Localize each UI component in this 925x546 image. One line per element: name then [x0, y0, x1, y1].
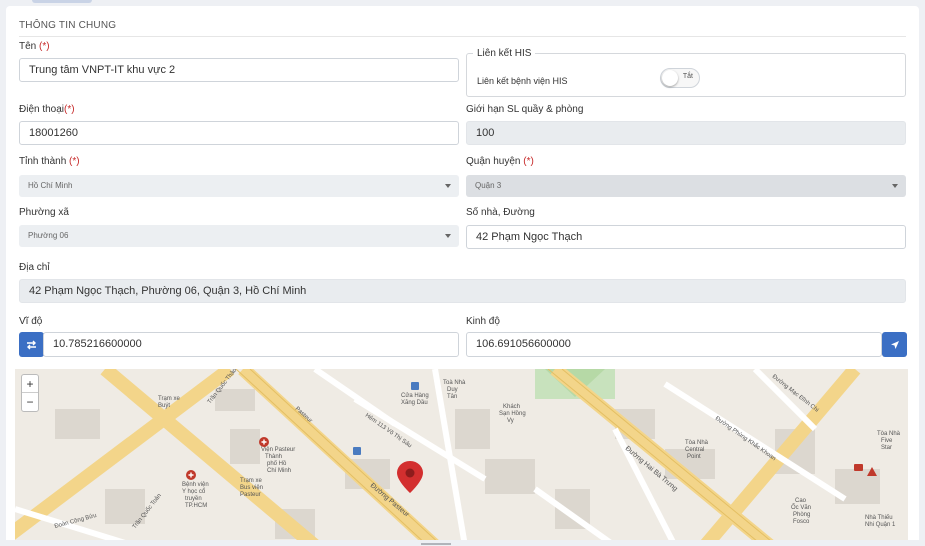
- dien-thoai-input[interactable]: 18001260: [19, 121, 459, 145]
- dia-chi-input: 42 Phạm Ngọc Thạch, Phường 06, Quận 3, H…: [19, 279, 906, 303]
- kinh-do-label: Kinh độ: [466, 316, 500, 327]
- svg-text:Trạm xe: Trạm xe: [240, 478, 262, 484]
- vi-do-label: Vĩ độ: [19, 316, 43, 327]
- map-canvas: Đường Pasteur Pasteur Hẻm 113 Võ Thị Sáu…: [15, 369, 908, 546]
- his-legend: Liên kết HIS: [477, 48, 532, 59]
- ten-required-mark: (*): [39, 41, 50, 52]
- tinh-thanh-label: Tỉnh thành (*): [19, 156, 80, 167]
- top-tab-indicator: [32, 0, 92, 3]
- ten-input[interactable]: Trung tâm VNPT-IT khu vực 2: [19, 58, 459, 82]
- tinh-thanh-required-mark: (*): [69, 156, 80, 167]
- svg-text:Xăng Dầu: Xăng Dầu: [401, 400, 428, 406]
- swap-coordinates-button[interactable]: [19, 332, 44, 357]
- phuong-xa-label: Phường xã: [19, 207, 69, 218]
- zoom-in-button[interactable]: +: [22, 375, 38, 393]
- svg-text:Vy: Vy: [507, 418, 514, 424]
- general-info-card: THÔNG TIN CHUNG Tên (*) Trung tâm VNPT-I…: [6, 6, 919, 546]
- svg-text:Sạn Hồng: Sạn Hồng: [499, 411, 526, 417]
- dien-thoai-required-mark: (*): [64, 104, 75, 115]
- map-zoom-control: + −: [21, 374, 39, 412]
- locate-button[interactable]: [882, 332, 907, 357]
- svg-text:Ốc Văn: Ốc Văn: [791, 504, 811, 511]
- quan-huyen-label-text: Quận huyện: [466, 156, 521, 167]
- svg-text:Tân: Tân: [447, 394, 457, 400]
- resize-handle[interactable]: [421, 543, 451, 545]
- svg-text:Point: Point: [687, 454, 701, 460]
- bottom-strip: [0, 540, 925, 546]
- quan-huyen-select[interactable]: Quận 3: [466, 175, 906, 197]
- svg-text:Toà Nhà: Toà Nhà: [443, 380, 466, 386]
- section-divider: [19, 36, 906, 37]
- his-label: Liên kết bệnh viện HIS: [477, 76, 568, 86]
- his-toggle-text: Tắt: [682, 73, 693, 80]
- dia-chi-label: Địa chỉ: [19, 262, 50, 273]
- swap-icon: [27, 340, 36, 349]
- ten-label: Tên (*): [19, 41, 50, 52]
- svg-text:Cao: Cao: [795, 498, 807, 504]
- svg-text:Bệnh viện: Bệnh viện: [182, 482, 209, 488]
- his-fieldset: Liên kết HIS Liên kết bệnh viện HIS Tắt: [466, 48, 906, 97]
- svg-text:Bus viện: Bus viện: [240, 485, 263, 491]
- quan-huyen-required-mark: (*): [523, 156, 534, 167]
- phuong-xa-select[interactable]: Phường 06: [19, 225, 459, 247]
- map-view[interactable]: Đường Pasteur Pasteur Hẻm 113 Võ Thị Sáu…: [15, 369, 908, 546]
- kinh-do-input[interactable]: 106.691056600000: [466, 332, 882, 357]
- section-title: THÔNG TIN CHUNG: [19, 20, 117, 31]
- gioi-han-label: Giới hạn SL quầy & phòng: [466, 104, 584, 115]
- svg-text:Trạm xe: Trạm xe: [158, 396, 180, 402]
- tinh-thanh-value: Hồ Chí Minh: [28, 181, 73, 190]
- svg-text:Thành: Thành: [265, 454, 282, 460]
- so-nha-label: Số nhà, Đường: [466, 207, 535, 218]
- zoom-out-button[interactable]: −: [22, 393, 38, 411]
- his-toggle-knob: [662, 70, 678, 86]
- svg-text:Fosco: Fosco: [793, 519, 810, 525]
- chevron-down-icon: [445, 184, 451, 188]
- svg-text:Star: Star: [881, 445, 892, 451]
- svg-text:Duy: Duy: [447, 387, 458, 393]
- svg-text:Tòa Nhà: Tòa Nhà: [877, 431, 901, 437]
- svg-text:Pasteur: Pasteur: [240, 492, 261, 498]
- svg-text:Cửa Hàng: Cửa Hàng: [401, 392, 429, 399]
- location-arrow-icon: [890, 340, 899, 349]
- ten-label-text: Tên: [19, 41, 37, 52]
- so-nha-input[interactable]: 42 Phạm Ngọc Thạch: [466, 225, 906, 249]
- svg-text:Chí Minh: Chí Minh: [267, 468, 291, 474]
- quan-huyen-label: Quận huyện (*): [466, 156, 534, 167]
- svg-text:Y học cổ: Y học cổ: [182, 488, 206, 495]
- tinh-thanh-label-text: Tỉnh thành: [19, 156, 67, 167]
- svg-text:Nhà Thiếu: Nhà Thiếu: [865, 515, 893, 521]
- svg-text:TP.HCM: TP.HCM: [185, 503, 207, 509]
- svg-text:Nhi Quận 1: Nhi Quận 1: [865, 522, 896, 528]
- chevron-down-icon: [892, 184, 898, 188]
- svg-text:phố Hồ: phố Hồ: [267, 461, 287, 467]
- svg-text:Viện Pasteur: Viện Pasteur: [261, 447, 295, 453]
- gioi-han-input: 100: [466, 121, 906, 145]
- svg-text:Tòa Nhà: Tòa Nhà: [685, 440, 709, 446]
- svg-text:Central: Central: [685, 447, 704, 453]
- svg-text:Phòng: Phòng: [793, 512, 810, 518]
- chevron-down-icon: [445, 234, 451, 238]
- svg-text:Five: Five: [881, 438, 893, 444]
- svg-text:Buýt: Buýt: [158, 403, 170, 409]
- dien-thoai-label-text: Điện thoại: [19, 104, 65, 115]
- svg-text:truyền: truyền: [185, 496, 202, 502]
- vi-do-input[interactable]: 10.785216600000: [43, 332, 459, 357]
- dien-thoai-label: Điện thoại(*): [19, 104, 75, 115]
- his-toggle[interactable]: Tắt: [660, 68, 700, 88]
- phuong-xa-value: Phường 06: [28, 231, 69, 240]
- tinh-thanh-select[interactable]: Hồ Chí Minh: [19, 175, 459, 197]
- quan-huyen-value: Quận 3: [475, 181, 502, 190]
- svg-text:Khách: Khách: [503, 404, 520, 410]
